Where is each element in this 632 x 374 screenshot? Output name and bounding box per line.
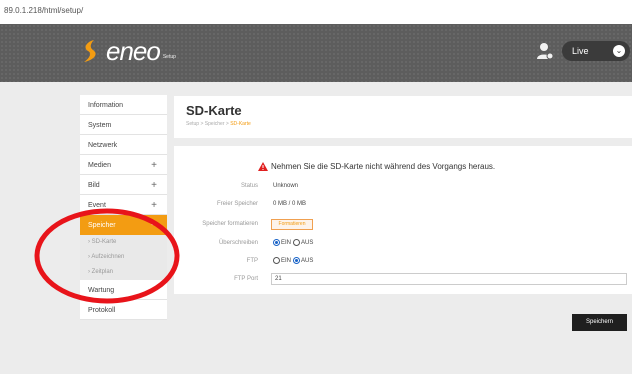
save-button[interactable]: Speichern [572, 314, 627, 331]
sidebar-item-label: Protokoll [88, 307, 116, 314]
sidebar-item-label: System [88, 122, 112, 129]
live-label: Live [572, 46, 589, 56]
status-label: Status [240, 183, 258, 189]
ftp-port-label: FTP Port [234, 276, 258, 282]
ftp-on-radio[interactable] [273, 257, 280, 264]
sidebar-subitem-sd-karte[interactable]: › SD-Karte [80, 235, 167, 250]
ftp-radio-group: EIN AUS [273, 257, 313, 264]
sidebar-item-medien[interactable]: Medien + [80, 155, 167, 175]
expand-plus-icon[interactable]: + [151, 200, 157, 211]
collapse-minus-icon[interactable]: − [151, 220, 157, 231]
free-storage-value: 0 MB / 0 MB [273, 201, 307, 207]
ftp-on-label: EIN [281, 257, 292, 264]
overwrite-off-radio[interactable] [293, 239, 301, 246]
breadcrumb: Setup > Speicher > SD-Karte [186, 121, 251, 127]
breadcrumb-path[interactable]: Setup > Speicher > [186, 121, 230, 127]
format-button[interactable]: Formatieren [271, 219, 313, 230]
brand-subtitle: Setup [162, 54, 176, 60]
ftp-off-label: AUS [301, 257, 314, 264]
page-header: SD-Karte Setup > Speicher > SD-Karte [174, 96, 632, 138]
sidebar-item-speicher[interactable]: Speicher − [80, 215, 167, 235]
sidebar: Information System Netzwerk Medien + Bild… [80, 95, 167, 320]
sidebar-item-label: Bild [88, 182, 100, 189]
sidebar-item-bild[interactable]: Bild + [80, 175, 167, 195]
page-title: SD-Karte [186, 103, 242, 118]
overwrite-radio-group: EIN AUS [273, 239, 313, 246]
warning-triangle-icon [258, 162, 268, 171]
format-storage-label: Speicher formatieren [202, 221, 258, 227]
sidebar-item-label: Information [88, 102, 124, 109]
sidebar-item-label: Medien [88, 162, 111, 169]
sidebar-subitem-aufzeichnen[interactable]: › Aufzeichnen [80, 250, 167, 265]
chevron-down-icon: ⌄ [613, 45, 625, 57]
ftp-port-input[interactable]: 21 [271, 273, 627, 285]
user-settings-icon[interactable] [537, 42, 553, 60]
sidebar-item-system[interactable]: System [80, 115, 167, 135]
sidebar-item-protokoll[interactable]: Protokoll [80, 300, 167, 320]
warning-text: Nehmen Sie die SD-Karte nicht während de… [271, 162, 496, 171]
expand-plus-icon[interactable]: + [151, 180, 157, 191]
eneo-flame-icon [84, 40, 96, 62]
warning-message: Nehmen Sie die SD-Karte nicht während de… [258, 162, 495, 171]
speicher-submenu: › SD-Karte › Aufzeichnen › Zeitplan [80, 235, 167, 280]
sidebar-subitem-zeitplan[interactable]: › Zeitplan [80, 265, 167, 280]
live-view-dropdown[interactable]: Live ⌄ [562, 41, 630, 61]
status-value: Unknown [273, 183, 299, 189]
overwrite-label: Überschreiben [218, 240, 258, 246]
sidebar-item-label: Event [88, 202, 106, 209]
overwrite-off-label: AUS [301, 239, 314, 246]
sidebar-item-event[interactable]: Event + [80, 195, 167, 215]
sidebar-item-label: Speicher [88, 222, 116, 229]
breadcrumb-current: SD-Karte [230, 121, 251, 127]
browser-address-bar[interactable]: 89.0.1.218/html/setup/ [0, 0, 632, 24]
overwrite-on-label: EIN [281, 239, 292, 246]
expand-plus-icon[interactable]: + [151, 160, 157, 171]
brand-name: eneo [106, 35, 161, 66]
sidebar-item-wartung[interactable]: Wartung [80, 280, 167, 300]
sidebar-item-label: Netzwerk [88, 142, 118, 149]
sidebar-item-netzwerk[interactable]: Netzwerk [80, 135, 167, 155]
eneo-logo[interactable]: eneo Setup [80, 36, 176, 66]
sidebar-item-information[interactable]: Information [80, 95, 167, 115]
ftp-off-radio[interactable] [293, 257, 301, 264]
sidebar-item-label: Wartung [88, 287, 115, 294]
overwrite-on-radio[interactable] [273, 239, 280, 246]
free-storage-label: Freier Speicher [216, 201, 258, 207]
ftp-label: FTP [246, 258, 258, 264]
